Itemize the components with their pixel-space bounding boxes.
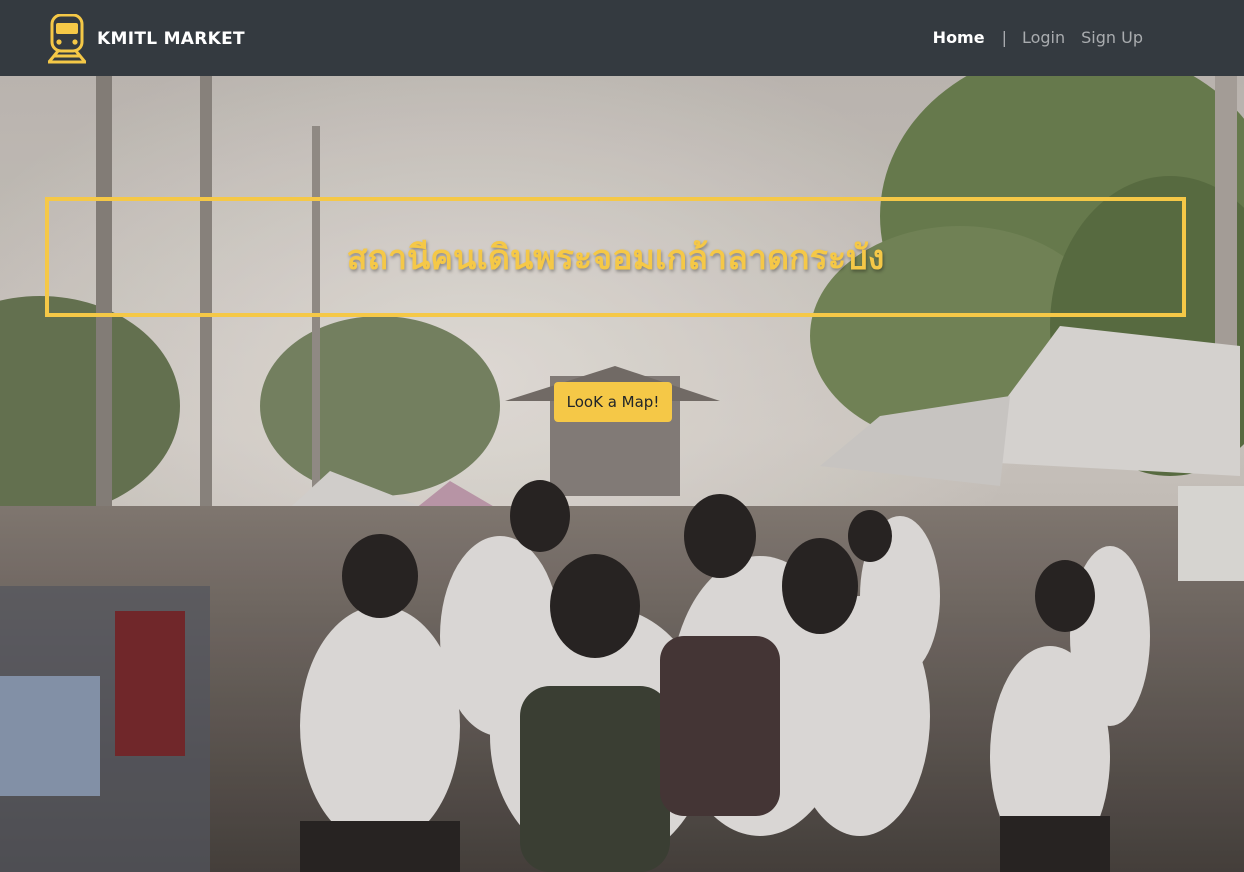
navbar: KMITL MARKET Home | Login Sign Up (0, 0, 1244, 76)
train-icon (47, 14, 87, 64)
nav-home-link[interactable]: Home (933, 28, 985, 47)
hero-title: สถานีคนเดินพระจอมเกล้าลาดกระบัง (346, 238, 885, 278)
nav-login-link[interactable]: Login (1022, 28, 1065, 47)
nav-links: Home | Login Sign Up (933, 28, 1143, 47)
nav-separator: | (1001, 28, 1007, 47)
look-map-button[interactable]: LooK a Map! (554, 382, 672, 422)
hero-title-box: สถานีคนเดินพระจอมเกล้าลาดกระบัง (45, 197, 1186, 317)
hero-background-image (0, 76, 1244, 872)
hero-section: สถานีคนเดินพระจอมเกล้าลาดกระบัง LooK a M… (0, 76, 1244, 872)
nav-signup-link[interactable]: Sign Up (1081, 28, 1143, 47)
brand-name: KMITL MARKET (97, 29, 245, 49)
brand-link[interactable]: KMITL MARKET (46, 14, 245, 64)
